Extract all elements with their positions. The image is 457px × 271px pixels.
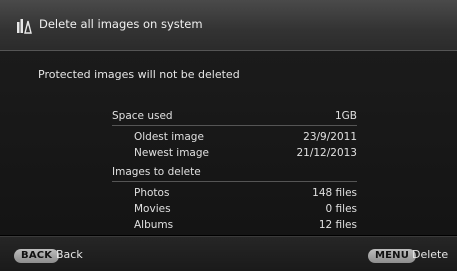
footer-bar: BACK Back MENU Delete	[0, 236, 457, 271]
back-button[interactable]: BACK	[14, 249, 60, 263]
space-used-value: 1GB	[334, 110, 357, 122]
space-used-label: Space used	[112, 110, 173, 122]
space-used-row: Space used 1GB	[112, 108, 357, 126]
header-bar: Delete all images on system	[0, 0, 457, 51]
newest-image-value: 21/12/2013	[296, 147, 357, 159]
page-title: Delete all images on system	[39, 17, 203, 31]
photos-label: Photos	[134, 187, 170, 199]
photos-value: 148 files	[312, 187, 357, 199]
oldest-image-row: Oldest image 23/9/2011	[112, 129, 357, 145]
movies-label: Movies	[134, 203, 171, 215]
delete-button-label[interactable]: Delete	[412, 248, 448, 261]
deletion-summary: Space used 1GB Oldest image 23/9/2011 Ne…	[112, 108, 357, 233]
delete-images-icon	[16, 16, 32, 34]
back-button-label[interactable]: Back	[56, 248, 83, 261]
albums-label: Albums	[134, 219, 174, 231]
protected-notice: Protected images will not be deleted	[38, 68, 240, 81]
images-to-delete-label: Images to delete	[112, 166, 201, 178]
movies-row: Movies 0 files	[112, 201, 357, 217]
oldest-image-label: Oldest image	[134, 131, 204, 143]
albums-row: Albums 12 files	[112, 217, 357, 233]
oldest-image-value: 23/9/2011	[303, 131, 357, 143]
movies-value: 0 files	[325, 203, 357, 215]
newest-image-label: Newest image	[134, 147, 209, 159]
photos-row: Photos 148 files	[112, 185, 357, 201]
newest-image-row: Newest image 21/12/2013	[112, 145, 357, 161]
menu-button[interactable]: MENU	[368, 249, 417, 263]
main-panel: Protected images will not be deleted Spa…	[0, 51, 457, 235]
albums-value: 12 files	[318, 219, 357, 231]
images-to-delete-row: Images to delete	[112, 164, 357, 182]
delete-all-images-screen: Delete all images on system Protected im…	[0, 0, 457, 271]
